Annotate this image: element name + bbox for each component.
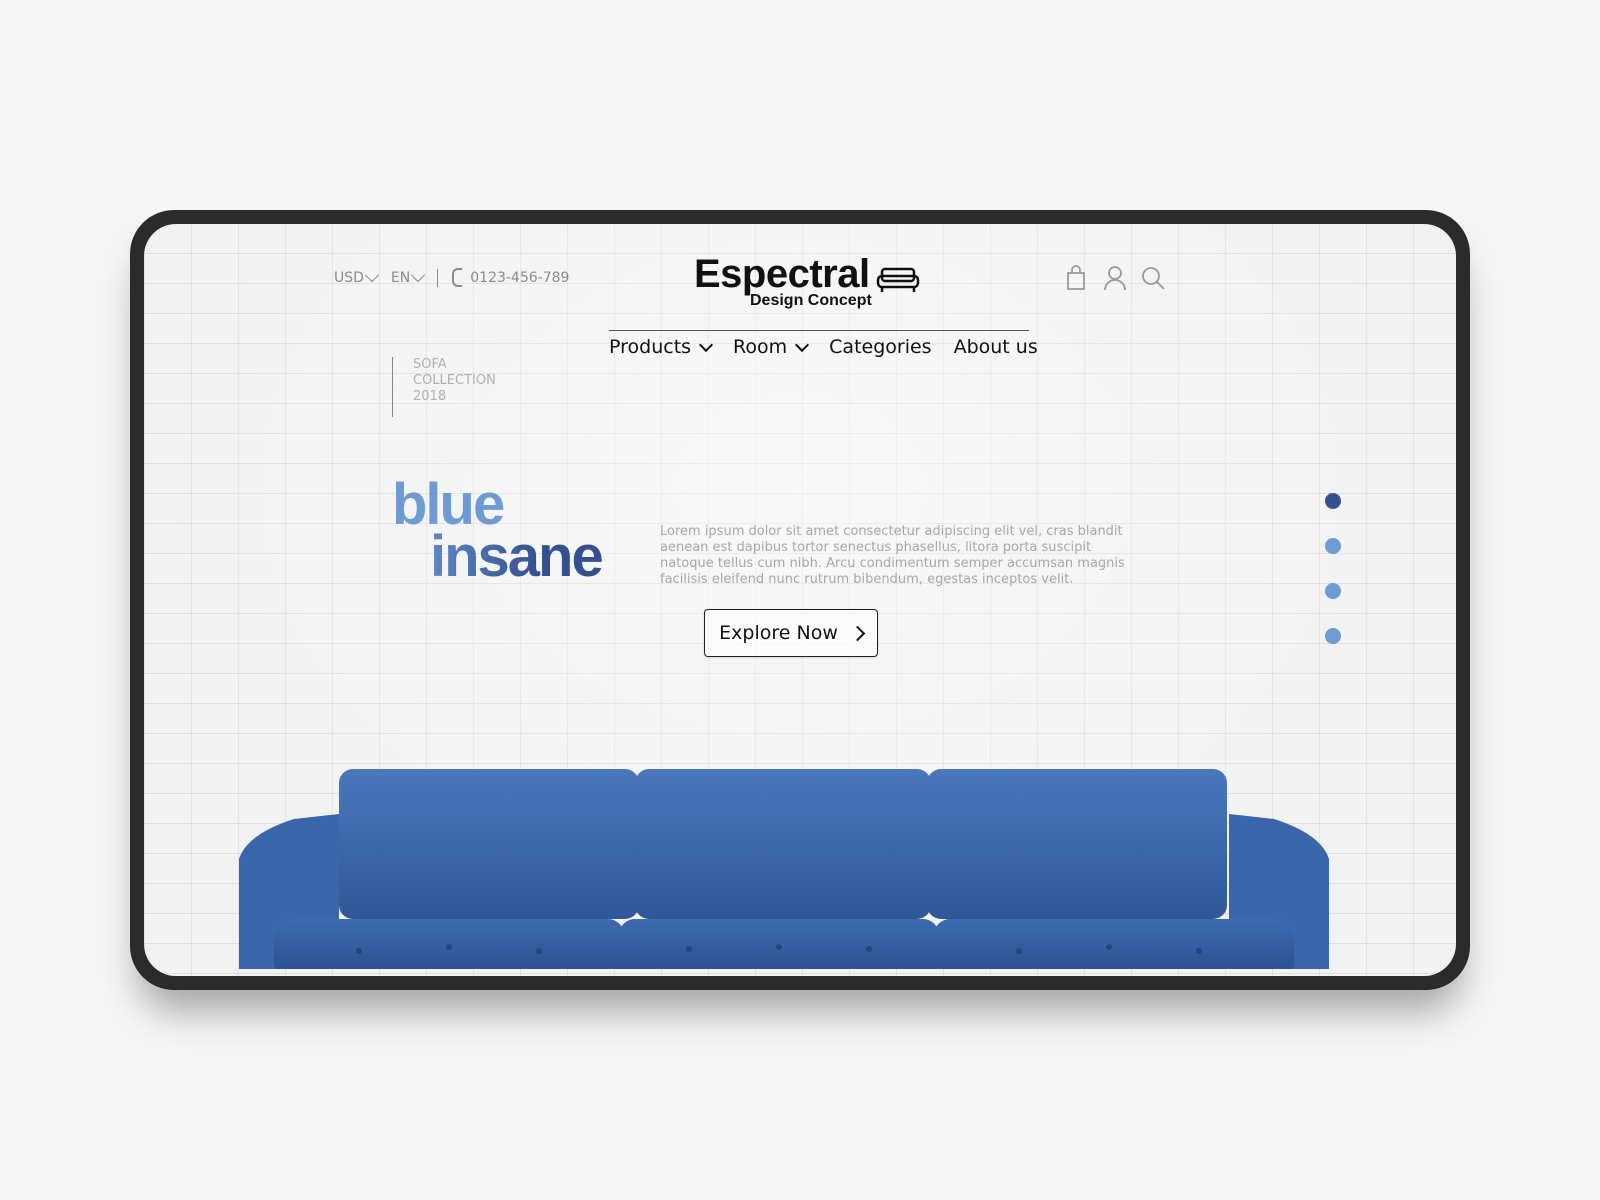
brand-name: Espectral (694, 252, 870, 296)
slider-dot[interactable] (1325, 538, 1341, 554)
device-frame: USD EN 0123-456-789 Espectral Design Con… (130, 210, 1470, 990)
nav-label: About us (953, 336, 1038, 358)
phone-icon (452, 268, 463, 287)
currency-label: USD (334, 269, 364, 286)
chevron-down-icon (795, 337, 810, 353)
phone-contact[interactable]: 0123-456-789 (452, 268, 569, 287)
chevron-down-icon (364, 267, 379, 282)
slider-dots (1325, 493, 1341, 644)
utility-bar: USD EN 0123-456-789 (334, 267, 569, 287)
explore-now-button[interactable]: Explore Now (704, 609, 878, 657)
header-icons (1064, 264, 1165, 292)
sofa-icon (876, 267, 919, 292)
currency-selector[interactable]: USD (334, 267, 379, 286)
collection-line: SOFA (413, 357, 447, 372)
headline-line-2: insane (392, 528, 604, 586)
sofa-image (239, 769, 1329, 969)
language-label: EN (390, 269, 411, 286)
logo-underline (609, 330, 1029, 331)
divider (437, 268, 439, 287)
chevron-down-icon (698, 337, 714, 353)
slider-dot[interactable] (1325, 583, 1341, 599)
hero-headline: blue insane (392, 476, 604, 586)
slider-dot[interactable] (1325, 628, 1341, 644)
hero-screen: USD EN 0123-456-789 Espectral Design Con… (144, 224, 1456, 976)
phone-number: 0123-456-789 (470, 269, 570, 286)
collection-label: SOFA COLLECTION 2018 (392, 357, 496, 417)
nav-item-about[interactable]: About us (954, 336, 1038, 358)
user-icon[interactable] (1102, 264, 1126, 292)
main-nav: Products Room Categories About us (609, 336, 1038, 358)
nav-label: Products (609, 336, 692, 358)
slider-dot[interactable] (1325, 493, 1341, 509)
collection-line: 2018 (413, 389, 447, 404)
nav-label: Categories (829, 336, 932, 358)
nav-label: Room (733, 336, 788, 358)
chevron-down-icon (411, 267, 426, 282)
chevron-right-icon (849, 625, 866, 641)
brand-tagline: Design Concept (750, 292, 872, 309)
nav-item-room[interactable]: Room (733, 336, 810, 358)
button-label: Explore Now (719, 622, 838, 644)
search-icon[interactable] (1140, 264, 1165, 292)
hero-description: Lorem ipsum dolor sit amet consectetur a… (660, 524, 1125, 587)
nav-item-categories[interactable]: Categories (829, 336, 931, 358)
collection-line: COLLECTION (413, 373, 496, 388)
bag-icon[interactable] (1064, 264, 1088, 292)
logo[interactable]: Espectral Design Concept (694, 254, 920, 310)
language-selector[interactable]: EN (390, 267, 426, 286)
nav-item-products[interactable]: Products (609, 336, 714, 358)
